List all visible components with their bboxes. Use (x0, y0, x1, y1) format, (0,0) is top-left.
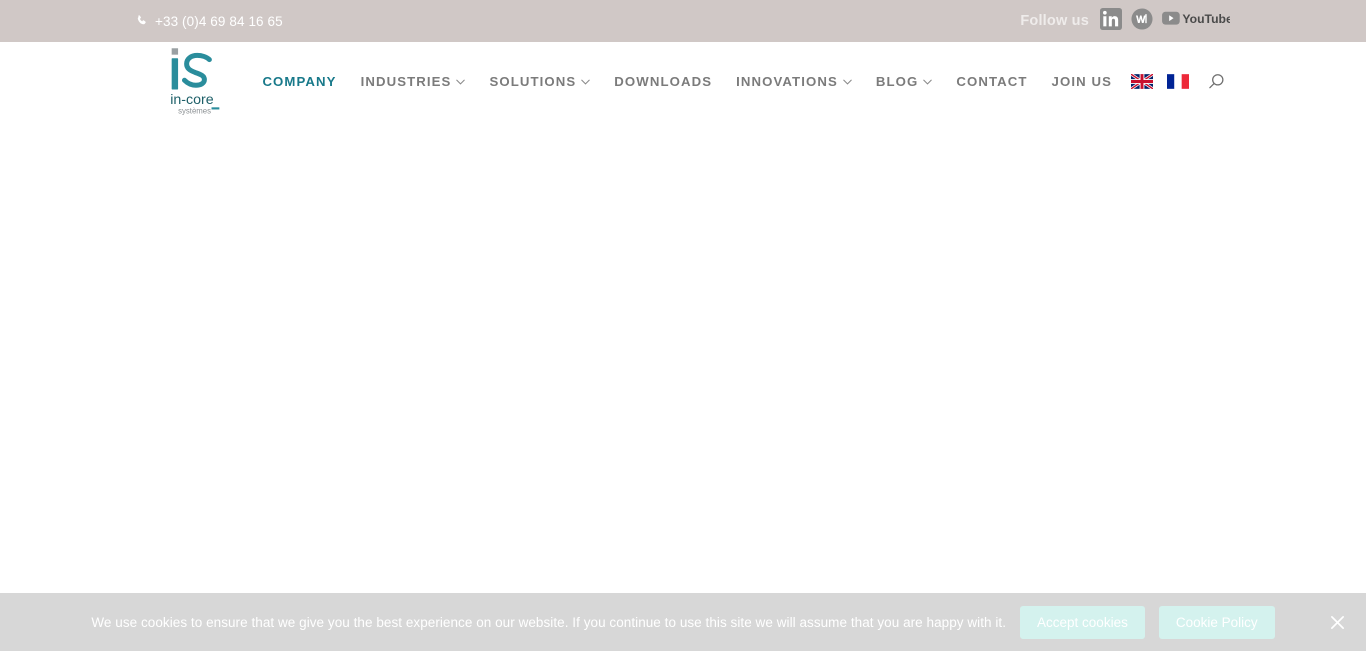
svg-text:in-core: in-core (170, 92, 214, 108)
nav-menu: COMPANY INDUSTRIES SOLUTIONS DOWNLOADS I… (250, 42, 1230, 120)
nav-item-label: SOLUTIONS (489, 73, 577, 89)
phone-icon (136, 14, 149, 28)
nav-item-label: JOIN US (1051, 73, 1112, 89)
main-navigation-inner: in-core systèmes COMPANY INDUSTRIES SOLU… (136, 42, 1230, 120)
nav-item-blog[interactable]: BLOG (864, 42, 945, 120)
page-content-area (0, 120, 1366, 593)
follow-us-label: Follow us (1020, 13, 1089, 29)
nav-item-company[interactable]: COMPANY (250, 42, 348, 120)
svg-text:YouTube: YouTube (1182, 12, 1230, 26)
flag-fr-icon (1167, 73, 1189, 89)
nav-item-join-us[interactable]: JOIN US (1040, 42, 1124, 120)
nav-item-label: INDUSTRIES (360, 73, 452, 89)
nav-item-label: DOWNLOADS (614, 73, 713, 89)
close-cookie-banner-button[interactable] (1322, 607, 1352, 637)
nav-item-industries[interactable]: INDUSTRIES (349, 42, 478, 120)
youtube-icon[interactable]: YouTube (1162, 9, 1233, 33)
search-icon (1208, 73, 1224, 88)
nav-item-contact[interactable]: CONTACT (944, 42, 1039, 120)
nav-item-label: INNOVATIONS (736, 73, 838, 89)
phone-link[interactable]: +33 (0)4 69 84 16 65 (136, 0, 283, 42)
cookie-consent-banner: We use cookies to ensure that we give yo… (0, 593, 1366, 651)
chevron-down-icon (456, 79, 466, 85)
nav-item-label: CONTACT (956, 73, 1028, 89)
nav-item-innovations[interactable]: INNOVATIONS (724, 42, 864, 120)
accept-cookies-button[interactable]: Accept cookies (1020, 605, 1145, 639)
flag-en-icon (1131, 73, 1153, 89)
svg-text:systèmes: systèmes (178, 107, 211, 116)
top-utility-bar: +33 (0)4 69 84 16 65 Follow us YouTube (0, 0, 1366, 42)
main-navigation-bar: in-core systèmes COMPANY INDUSTRIES SOLU… (0, 42, 1366, 120)
top-utility-bar-inner: +33 (0)4 69 84 16 65 Follow us YouTube (136, 0, 1233, 42)
language-switch-en[interactable] (1124, 73, 1160, 89)
cookie-policy-button[interactable]: Cookie Policy (1158, 605, 1275, 639)
follow-us-group: Follow us YouTube (1020, 0, 1233, 42)
nav-item-label: COMPANY (262, 73, 337, 89)
close-icon (1330, 615, 1344, 629)
chevron-down-icon (581, 79, 591, 85)
linkedin-icon[interactable] (1100, 7, 1122, 35)
nav-item-downloads[interactable]: DOWNLOADS (602, 42, 724, 120)
phone-number: +33 (0)4 69 84 16 65 (155, 13, 283, 29)
chevron-down-icon (843, 79, 852, 85)
search-button[interactable] (1202, 42, 1230, 120)
welcome-to-the-jungle-icon[interactable] (1131, 7, 1153, 35)
language-switch-fr[interactable] (1160, 73, 1196, 89)
nav-item-solutions[interactable]: SOLUTIONS (477, 42, 602, 120)
chevron-down-icon (923, 79, 933, 85)
nav-item-label: BLOG (875, 73, 919, 89)
cookie-message: We use cookies to ensure that we give yo… (91, 614, 1007, 630)
